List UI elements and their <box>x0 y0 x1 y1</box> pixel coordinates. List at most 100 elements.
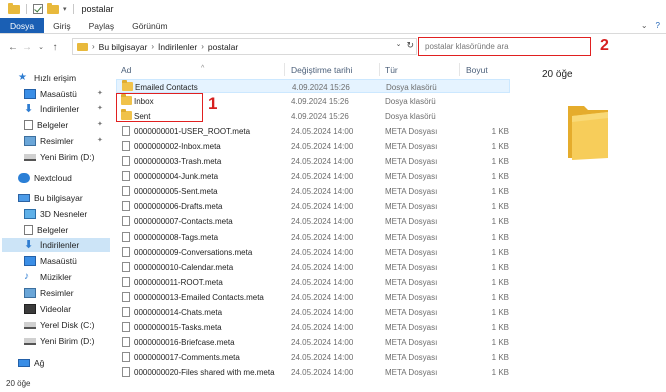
tab-view[interactable]: Görünüm <box>123 18 176 33</box>
row-name: 0000000017-Comments.meta <box>134 353 240 363</box>
column-divider[interactable] <box>379 63 380 76</box>
help-icon[interactable]: ? <box>656 21 660 30</box>
video-icon <box>24 304 36 314</box>
preview-pane: 20 öğe <box>530 62 666 374</box>
row-type: META Dosyası <box>385 232 438 242</box>
nav-videos[interactable]: Videolar <box>24 302 71 316</box>
expand-ribbon-icon[interactable]: ⌄ <box>641 21 648 30</box>
breadcrumb-downloads[interactable]: İndirilenler <box>158 42 197 52</box>
recent-locations-icon[interactable]: ⌄ <box>34 43 48 51</box>
column-header-size[interactable]: Boyut <box>466 65 488 75</box>
address-dropdown-icon[interactable]: ⌄ <box>396 40 402 51</box>
folder-icon <box>121 109 132 121</box>
file-row[interactable]: 0000000001-USER_ROOT.meta 24.05.2024 14:0… <box>116 124 510 138</box>
nav-3d-objects[interactable]: 3D Nesneler <box>24 207 87 221</box>
folder-icon <box>122 80 133 91</box>
row-date: 24.05.2024 14:00 <box>291 172 354 182</box>
nav-pictures-pinned[interactable]: Resimler <box>24 134 74 148</box>
file-row[interactable]: 0000000007-Contacts.meta 24.05.2024 14:00… <box>116 215 510 229</box>
nav-quick-access[interactable]: ★ Hızlı erişim <box>18 71 76 85</box>
file-row[interactable]: 0000000017-Comments.meta 24.05.2024 14:00… <box>116 351 510 365</box>
file-row[interactable]: 0000000005-Sent.meta 24.05.2024 14:00 META… <box>116 185 510 199</box>
nav-this-pc[interactable]: Bu bilgisayar <box>18 191 83 205</box>
folder-row[interactable]: Emailed Contacts 4.09.2024 15:26 Dosya kla… <box>116 79 510 93</box>
nav-drive-d[interactable]: Yeni Birim (D:) <box>24 334 94 348</box>
file-row[interactable]: 0000000011-ROOT.meta 24.05.2024 14:00 META… <box>116 275 510 289</box>
chevron-right-icon[interactable]: › <box>201 42 204 51</box>
up-arrow-icon[interactable]: ↑ <box>48 42 62 53</box>
nav-label: Bu bilgisayar <box>34 193 83 203</box>
row-name: Emailed Contacts <box>135 82 198 92</box>
file-icon <box>122 216 130 227</box>
row-date: 24.05.2024 14:00 <box>291 292 354 302</box>
row-size: 1 KB <box>491 172 509 182</box>
folder-row[interactable]: Inbox 4.09.2024 15:26 Dosya klasörü <box>116 94 510 108</box>
row-date: 24.05.2024 14:00 <box>291 141 354 151</box>
tab-share[interactable]: Paylaş <box>80 18 124 33</box>
row-name: 0000000001-USER_ROOT.meta <box>134 126 251 136</box>
column-divider[interactable] <box>459 63 460 76</box>
search-input[interactable]: postalar klasöründe ara <box>418 37 591 56</box>
row-type: META Dosyası <box>385 187 438 197</box>
file-icon <box>122 307 130 317</box>
row-date: 24.05.2024 14:00 <box>291 247 354 257</box>
row-name: 0000000009-Conversations.meta <box>134 247 253 257</box>
file-row[interactable]: 0000000004-Junk.meta 24.05.2024 14:00 META… <box>116 170 510 184</box>
row-size: 1 KB <box>491 308 509 317</box>
quick-access-dropdown-icon[interactable]: ▾ <box>63 5 67 13</box>
nav-desktop-pinned[interactable]: Masaüstü <box>24 87 77 101</box>
star-icon: ★ <box>18 72 27 83</box>
tab-home[interactable]: Giriş <box>44 18 79 33</box>
row-name: 0000000010-Calendar.meta <box>134 262 234 272</box>
row-name: 0000000015-Tasks.meta <box>134 323 222 333</box>
file-row[interactable]: 0000000006-Drafts.meta 24.05.2024 14:00 ME… <box>116 200 510 214</box>
nav-drive-c[interactable]: Yerel Disk (C:) <box>24 318 94 332</box>
nav-documents[interactable]: Belgeler <box>24 223 68 237</box>
nav-downloads[interactable]: ⬇ İndirilenler <box>2 238 110 252</box>
nav-label: Yerel Disk (C:) <box>40 320 95 330</box>
nav-downloads-pinned[interactable]: ⬇ İndirilenler <box>24 102 79 116</box>
properties-icon[interactable] <box>33 4 43 14</box>
file-row[interactable]: 0000000003-Trash.meta 24.05.2024 14:00 MET… <box>116 155 510 169</box>
nav-network[interactable]: Ağ <box>18 356 44 370</box>
chevron-right-icon[interactable]: › <box>92 42 95 51</box>
row-type: META Dosyası <box>385 172 438 182</box>
column-header-date[interactable]: Değiştirme tarihi <box>291 65 352 75</box>
column-headers: ^ Ad Değiştirme tarihi Tür Boyut <box>116 62 514 76</box>
row-date: 24.05.2024 14:00 <box>291 338 354 348</box>
file-row[interactable]: 0000000010-Calendar.meta 24.05.2024 14:00… <box>116 260 510 274</box>
breadcrumb-postalar[interactable]: postalar <box>208 42 238 52</box>
nav-label: İndirilenler <box>40 104 80 114</box>
file-icon <box>122 352 130 363</box>
forward-arrow-icon[interactable]: → <box>20 42 34 53</box>
file-row[interactable]: 0000000008-Tags.meta 24.05.2024 14:00 META… <box>116 230 510 244</box>
chevron-right-icon[interactable]: › <box>151 42 154 51</box>
back-arrow-icon[interactable]: ← <box>6 42 20 53</box>
column-header-type[interactable]: Tür <box>385 65 398 75</box>
divider <box>72 4 74 14</box>
column-header-name[interactable]: Ad <box>121 65 131 75</box>
new-folder-icon[interactable] <box>47 2 59 14</box>
nav-music[interactable]: ♪ Müzikler <box>24 270 72 284</box>
nav-nextcloud[interactable]: Nextcloud <box>18 171 72 185</box>
breadcrumb-this-pc[interactable]: Bu bilgisayar <box>99 42 148 52</box>
file-row[interactable]: 0000000014-Chats.meta 24.05.2024 14:00 MET… <box>116 306 510 320</box>
nav-desktop[interactable]: Masaüstü <box>24 254 77 268</box>
tab-file[interactable]: Dosya <box>0 18 45 33</box>
file-row[interactable]: 0000000016-Briefcase.meta 24.05.2024 14:0… <box>116 336 510 350</box>
nav-drive-d-quick[interactable]: Yeni Birim (D:) <box>24 150 94 164</box>
row-date: 24.05.2024 14:00 <box>291 277 354 287</box>
row-type: META Dosyası <box>385 157 438 166</box>
column-divider[interactable] <box>284 63 285 76</box>
file-row[interactable]: 0000000013-Emailed Contacts.meta 24.05.20… <box>116 290 510 304</box>
address-bar[interactable]: › Bu bilgisayar › İndirilenler › postala… <box>72 38 417 55</box>
file-row[interactable]: 0000000002-Inbox.meta 24.05.2024 14:00 MET… <box>116 139 510 153</box>
nav-pictures[interactable]: Resimler <box>24 286 74 300</box>
drive-icon <box>24 321 36 329</box>
file-row[interactable]: 0000000015-Tasks.meta 24.05.2024 14:00 MET… <box>116 321 510 335</box>
folder-row[interactable]: Sent 4.09.2024 15:26 Dosya klasörü <box>116 109 510 123</box>
file-row[interactable]: 0000000009-Conversations.meta 24.05.2024 … <box>116 245 510 259</box>
refresh-icon[interactable]: ↻ <box>406 40 414 51</box>
pictures-icon <box>24 136 36 146</box>
nav-documents-pinned[interactable]: Belgeler <box>24 118 68 132</box>
